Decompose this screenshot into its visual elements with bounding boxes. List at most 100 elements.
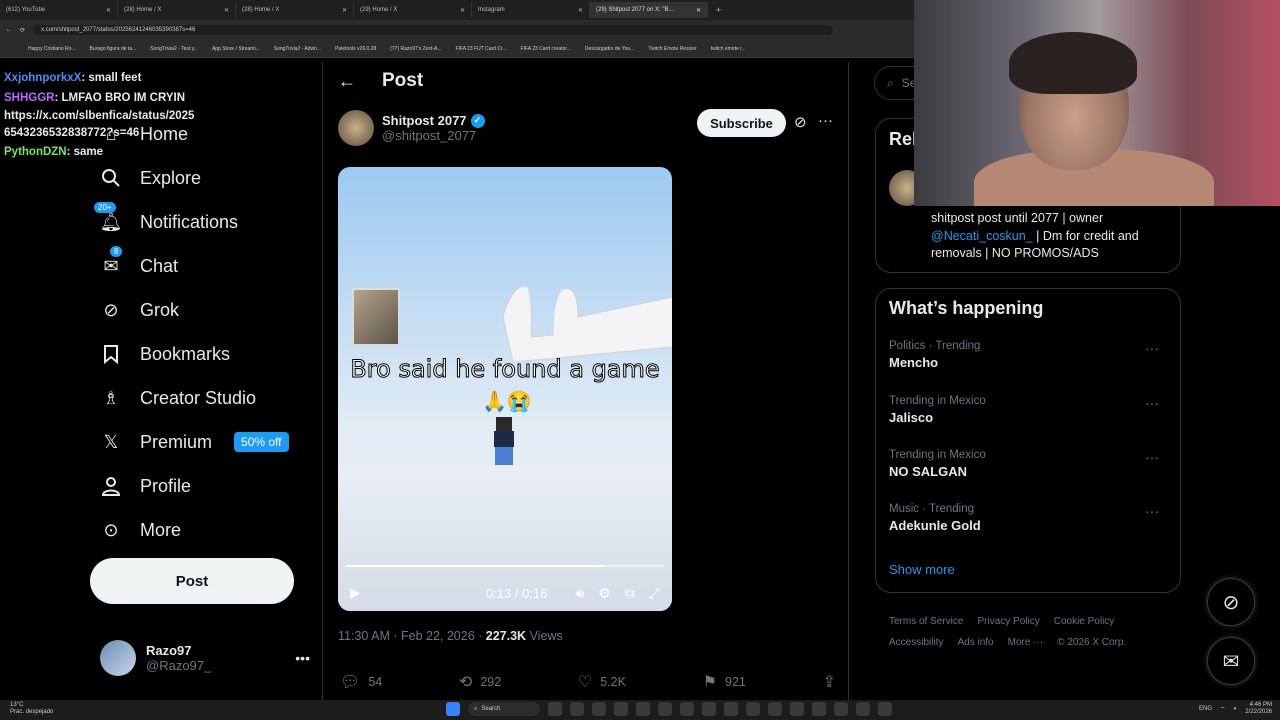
nav-chat[interactable]: ✉ 8 Chat xyxy=(100,244,320,288)
author-avatar[interactable] xyxy=(338,110,374,146)
volume-icon[interactable]: 🔊︎ xyxy=(575,585,584,602)
close-tab-icon[interactable]: ✕ xyxy=(342,7,347,14)
taskbar-app-icon[interactable] xyxy=(570,702,584,716)
footer-link[interactable]: Accessibility xyxy=(889,637,943,648)
bookmark-item[interactable]: Twitch Emote Resizer xyxy=(648,46,696,52)
nav-explore[interactable]: Explore xyxy=(100,156,320,200)
bookmark-item[interactable]: FIFA 23 FUT Card Cr... xyxy=(455,46,506,52)
bookmark-item[interactable]: SongTrivia2 - Advin... xyxy=(274,46,321,52)
play-icon[interactable]: ▶ xyxy=(350,585,360,601)
like-button[interactable]: ♡ 5.2K xyxy=(578,672,626,692)
more-dots-icon[interactable]: ··· xyxy=(1145,340,1159,356)
account-switcher[interactable]: Razo97 @Razo97_ ••• xyxy=(100,638,310,678)
bookmark-button[interactable]: ⚑ 921 xyxy=(703,672,746,692)
speaker-icon[interactable]: 🔈︎ xyxy=(1234,706,1238,713)
picture-in-picture-icon[interactable]: ⧉ xyxy=(625,585,635,602)
more-dots-icon[interactable]: ··· xyxy=(1145,503,1159,519)
system-clock[interactable]: 4:46 PM 2/22/2026 xyxy=(1245,702,1272,716)
more-dots-icon[interactable]: ••• xyxy=(295,650,310,666)
taskbar-app-icon[interactable] xyxy=(636,702,650,716)
bookmark-item[interactable]: Burago figura de ta... xyxy=(90,46,137,52)
bookmark-item[interactable]: SongTrivia2 - Test y... xyxy=(150,46,198,52)
taskbar-app-icon[interactable] xyxy=(548,702,562,716)
show-more-link[interactable]: Show more xyxy=(889,562,955,577)
bookmark-item[interactable]: Happy Cristiano Ro... xyxy=(28,46,76,52)
video-player[interactable]: Bro said he found a game 🙏😭 ▶ 0:13 / 0:1… xyxy=(338,167,672,611)
back-arrow-icon[interactable]: ← xyxy=(338,71,356,92)
more-dots-icon[interactable]: ··· xyxy=(1145,395,1159,411)
taskbar-app-icon[interactable] xyxy=(658,702,672,716)
taskbar-app-icon[interactable] xyxy=(680,702,694,716)
close-tab-icon[interactable]: ✕ xyxy=(696,7,701,14)
browser-tab[interactable]: (29) Home / X ✕ xyxy=(354,2,472,18)
trend-item[interactable]: Politics · Trending Mencho ··· xyxy=(889,340,1167,370)
windows-start-icon[interactable] xyxy=(446,702,460,716)
language-indicator[interactable]: ENG xyxy=(1199,706,1212,712)
bookmark-item[interactable]: twitch emote r... xyxy=(711,46,746,52)
more-dots-icon[interactable]: ··· xyxy=(1145,449,1159,465)
trend-item[interactable]: Trending in Mexico NO SALGAN ··· xyxy=(889,449,1167,479)
grok-floating-button[interactable]: ⊘ xyxy=(1207,578,1255,626)
footer-link[interactable]: Cookie Policy xyxy=(1054,616,1115,627)
grok-icon[interactable]: ⊘ xyxy=(794,113,807,131)
close-tab-icon[interactable]: ✕ xyxy=(460,7,465,14)
footer-link[interactable]: Terms of Service xyxy=(889,616,963,627)
trend-item[interactable]: Trending in Mexico Jalisco ··· xyxy=(889,395,1167,425)
reload-icon[interactable]: ⟳ xyxy=(20,27,25,34)
wifi-icon[interactable]: ⌔ xyxy=(1220,705,1226,713)
fullscreen-icon[interactable]: ⤢ xyxy=(649,585,660,602)
footer-link[interactable]: More ··· xyxy=(1008,637,1044,648)
browser-tab[interactable]: (28) Home / X ✕ xyxy=(236,2,354,18)
bookmark-item[interactable]: Descargador de You... xyxy=(585,46,634,52)
trend-item[interactable]: Music · Trending Adekunle Gold ··· xyxy=(889,503,1167,533)
author-handle[interactable]: @shitpost_2077 xyxy=(382,128,485,143)
nav-creator-studio[interactable]: ♗ Creator Studio xyxy=(100,376,320,420)
author-name-row[interactable]: Shitpost 2077 ✓ xyxy=(382,113,485,128)
browser-tab[interactable]: (612) YouTube ✕ xyxy=(0,2,118,18)
nav-more[interactable]: ⊙ More xyxy=(100,508,320,552)
taskbar-app-icon[interactable] xyxy=(614,702,628,716)
taskbar-app-icon[interactable] xyxy=(856,702,870,716)
bookmark-item[interactable]: (77) Razo97's Zest-A... xyxy=(390,46,441,52)
taskbar-app-icon[interactable] xyxy=(724,702,738,716)
url-field[interactable]: x.com/shitpost_2077/status/2025624124603… xyxy=(33,25,834,35)
back-icon[interactable]: ← xyxy=(6,27,12,33)
taskbar-app-icon[interactable] xyxy=(790,702,804,716)
taskbar-app-icon[interactable] xyxy=(592,702,606,716)
subscribe-button[interactable]: Subscribe xyxy=(697,109,786,137)
video-progress-bar[interactable] xyxy=(346,565,664,567)
browser-tab-active[interactable]: (29) Shitpost 2077 on X: "B... ✕ xyxy=(590,2,708,18)
more-dots-icon[interactable]: ··· xyxy=(818,112,833,129)
nav-notifications[interactable]: 🔔︎ 20+ Notifications xyxy=(94,200,320,244)
taskbar-app-icon[interactable] xyxy=(768,702,782,716)
new-tab-icon[interactable]: + xyxy=(708,5,721,15)
bookmark-item[interactable]: Paletools v26.0.28 xyxy=(335,46,376,52)
share-button[interactable]: ⇪ xyxy=(823,672,836,692)
taskbar-app-icon[interactable] xyxy=(702,702,716,716)
settings-gear-icon[interactable]: ⚙ xyxy=(598,585,611,602)
compose-post-button[interactable]: Post xyxy=(90,558,294,604)
bio-mention-link[interactable]: @Necati_coskun_ xyxy=(931,229,1033,243)
taskbar-app-icon[interactable] xyxy=(878,702,892,716)
nav-profile[interactable]: Profile xyxy=(100,464,320,508)
close-tab-icon[interactable]: ✕ xyxy=(224,7,229,14)
weather-widget[interactable]: 13°C Prac. despejado xyxy=(10,702,53,716)
browser-tab[interactable]: (28) Home / X ✕ xyxy=(118,2,236,18)
post-timestamp[interactable]: 11:30 AM · Feb 22, 2026 · xyxy=(338,629,486,643)
taskbar-search[interactable]: ⌕ Search xyxy=(468,702,540,716)
close-tab-icon[interactable]: ✕ xyxy=(578,7,583,14)
reply-button[interactable]: 💬︎ 54 xyxy=(340,672,382,692)
bookmark-item[interactable]: App Store / Streami... xyxy=(212,46,260,52)
messages-floating-button[interactable]: ✉ xyxy=(1207,637,1255,685)
repost-button[interactable]: ⟲ 292 xyxy=(459,672,501,692)
nav-premium[interactable]: 𝕏 Premium 50% off xyxy=(100,420,320,464)
footer-link[interactable]: Privacy Policy xyxy=(977,616,1039,627)
footer-link[interactable]: Ads info xyxy=(957,637,993,648)
nav-bookmarks[interactable]: Bookmarks xyxy=(100,332,320,376)
browser-tab[interactable]: Instagram ✕ xyxy=(472,2,590,18)
bookmark-item[interactable]: FIFA 23 Card creator... xyxy=(521,46,571,52)
close-tab-icon[interactable]: ✕ xyxy=(106,7,111,14)
taskbar-app-icon[interactable] xyxy=(834,702,848,716)
taskbar-app-icon[interactable] xyxy=(812,702,826,716)
nav-grok[interactable]: ⊘ Grok xyxy=(100,288,320,332)
